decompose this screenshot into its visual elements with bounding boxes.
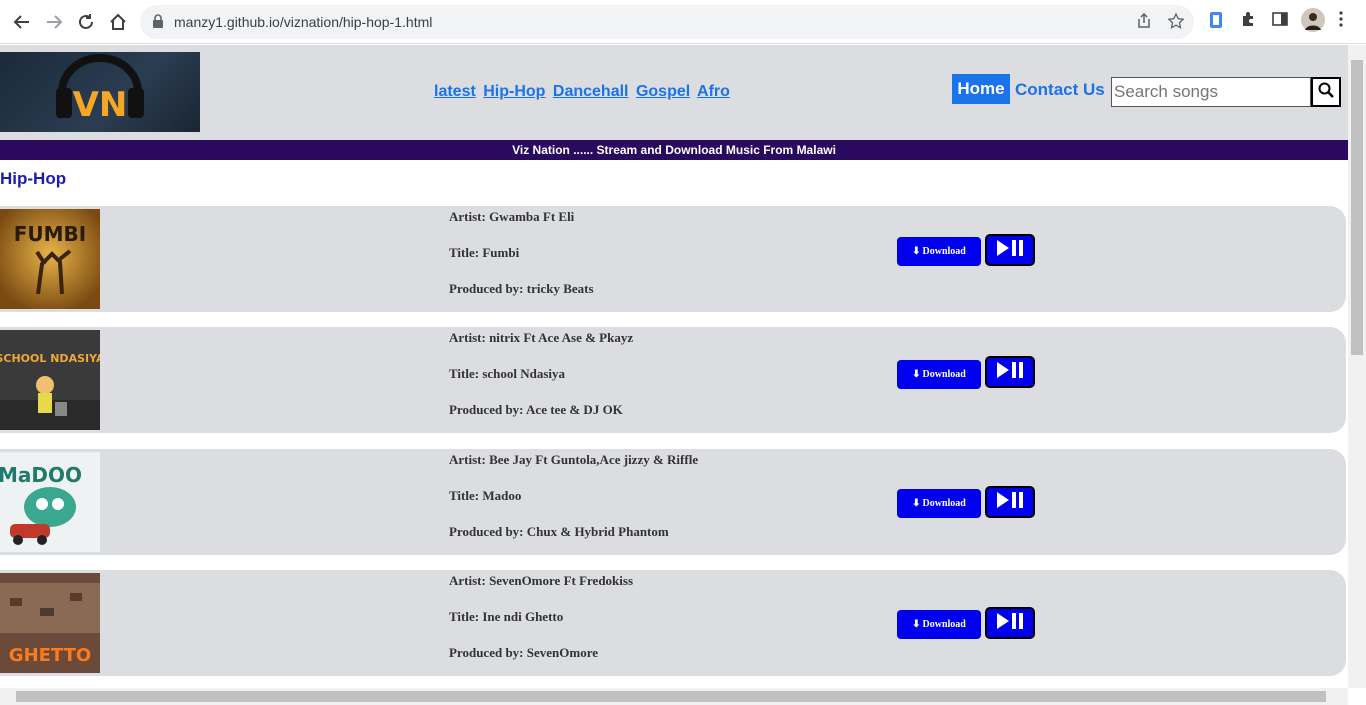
- song-producer: Produced by: Ace tee & DJ OK: [449, 402, 623, 417]
- song-meta: Artist: Gwamba Ft Eli Title: Fumbi Produ…: [449, 209, 594, 317]
- album-art-text: MaDOO: [0, 463, 82, 487]
- address-bar[interactable]: manzy1.github.io/viznation/hip-hop-1.htm…: [140, 5, 1194, 39]
- album-art: MaDOO: [0, 452, 100, 552]
- reload-icon[interactable]: [74, 10, 98, 34]
- play-pause-icon: [995, 361, 1025, 384]
- play-pause-button[interactable]: [985, 356, 1035, 388]
- download-button[interactable]: ⬇ Download: [897, 489, 981, 518]
- album-art: GHETTO: [0, 573, 100, 673]
- search-button[interactable]: [1311, 77, 1341, 107]
- download-button[interactable]: ⬇ Download: [897, 610, 981, 639]
- extension-doc-icon[interactable]: [1208, 11, 1224, 34]
- horizontal-scrollbar[interactable]: [0, 688, 1348, 705]
- home-icon[interactable]: [106, 10, 130, 34]
- download-icon: ⬇: [912, 498, 921, 509]
- site-banner: Viz Nation ...... Stream and Download Mu…: [0, 140, 1348, 160]
- extensions-puzzle-icon[interactable]: [1240, 11, 1256, 32]
- horizontal-scroll-thumb[interactable]: [16, 691, 1326, 702]
- song-artist: Artist: nitrix Ft Ace Ase & Pkayz: [449, 330, 634, 345]
- site-logo[interactable]: VN: [0, 52, 200, 132]
- song-card: SCHOOL NDASIYA Artist: nitrix Ft Ace Ase…: [0, 327, 1346, 433]
- song-meta: Artist: SevenOmore Ft Fredokiss Title: I…: [449, 573, 633, 681]
- download-icon: ⬇: [912, 369, 921, 380]
- lock-icon: [152, 14, 164, 33]
- logo-text: VN: [73, 85, 128, 125]
- share-icon[interactable]: [1136, 12, 1152, 34]
- song-artist: Artist: SevenOmore Ft Fredokiss: [449, 573, 634, 588]
- nav-link-hip-hop[interactable]: Hip-Hop: [483, 83, 545, 100]
- song-meta: Artist: Bee Jay Ft Guntola,Ace jizzy & R…: [449, 452, 698, 560]
- song-card: GHETTO Artist: SevenOmore Ft Fredokiss T…: [0, 570, 1346, 676]
- section-title: Hip-Hop: [0, 169, 67, 188]
- search-input[interactable]: [1111, 77, 1311, 107]
- song-title: Title: Ine ndi Ghetto: [449, 609, 564, 624]
- song-artist: Artist: Gwamba Ft Eli: [449, 209, 575, 224]
- download-icon: ⬇: [912, 619, 921, 630]
- play-pause-button[interactable]: [985, 486, 1035, 518]
- album-art-text: FUMBI: [14, 222, 87, 246]
- nav-link-latest[interactable]: latest: [434, 83, 476, 100]
- download-label: Download: [922, 498, 966, 509]
- bookmark-star-icon[interactable]: [1167, 12, 1185, 34]
- browser-toolbar: manzy1.github.io/viznation/hip-hop-1.htm…: [0, 0, 1366, 44]
- album-art: SCHOOL NDASIYA: [0, 330, 100, 430]
- song-producer: Produced by: SevenOmore: [449, 645, 599, 660]
- song-artist: Artist: Bee Jay Ft Guntola,Ace jizzy & R…: [449, 452, 699, 467]
- back-icon[interactable]: [10, 10, 34, 34]
- menu-kebab-icon[interactable]: [1338, 11, 1344, 32]
- album-art: FUMBI: [0, 209, 100, 309]
- play-pause-button[interactable]: [985, 607, 1035, 639]
- url-text: manzy1.github.io/viznation/hip-hop-1.htm…: [174, 14, 433, 30]
- album-art-text: GHETTO: [9, 645, 91, 666]
- side-panel-icon[interactable]: [1272, 11, 1288, 32]
- play-pause-icon: [995, 612, 1025, 635]
- play-pause-icon: [995, 239, 1025, 262]
- nav-link-gospel[interactable]: Gospel: [636, 83, 690, 100]
- song-title: Title: Fumbi: [449, 245, 520, 260]
- download-label: Download: [922, 619, 966, 630]
- nav-link-dancehall[interactable]: Dancehall: [553, 83, 629, 100]
- play-pause-button[interactable]: [985, 234, 1035, 266]
- download-label: Download: [922, 246, 966, 257]
- download-label: Download: [922, 369, 966, 380]
- song-producer: Produced by: Chux & Hybrid Phantom: [449, 524, 669, 539]
- song-card: MaDOO Artist: Bee Jay Ft Guntola,Ace jiz…: [0, 449, 1346, 555]
- album-art-text: SCHOOL NDASIYA: [0, 352, 100, 365]
- profile-avatar-icon[interactable]: [1301, 8, 1325, 37]
- search-icon: [1318, 82, 1334, 103]
- song-card: FUMBI Artist: Gwamba Ft Eli Title: Fumbi…: [0, 206, 1346, 312]
- download-icon: ⬇: [912, 246, 921, 257]
- song-producer: Produced by: tricky Beats: [449, 281, 594, 296]
- contact-us-link[interactable]: Contact Us: [1015, 80, 1105, 100]
- forward-icon[interactable]: [42, 10, 66, 34]
- download-button[interactable]: ⬇ Download: [897, 360, 981, 389]
- song-title: Title: school Ndasiya: [449, 366, 566, 381]
- site-header: VN latest Hip-Hop Dancehall Gospel Afro …: [0, 45, 1348, 140]
- vertical-scrollbar[interactable]: [1348, 45, 1366, 688]
- vertical-scroll-thumb[interactable]: [1351, 60, 1363, 355]
- home-button[interactable]: Home: [952, 74, 1010, 104]
- page-content: VN latest Hip-Hop Dancehall Gospel Afro …: [0, 45, 1348, 688]
- song-meta: Artist: nitrix Ft Ace Ase & Pkayz Title:…: [449, 330, 633, 438]
- play-pause-icon: [995, 491, 1025, 514]
- download-button[interactable]: ⬇ Download: [897, 237, 981, 266]
- genre-nav: latest Hip-Hop Dancehall Gospel Afro: [434, 83, 733, 101]
- nav-link-afro[interactable]: Afro: [697, 83, 730, 100]
- song-title: Title: Madoo: [449, 488, 522, 503]
